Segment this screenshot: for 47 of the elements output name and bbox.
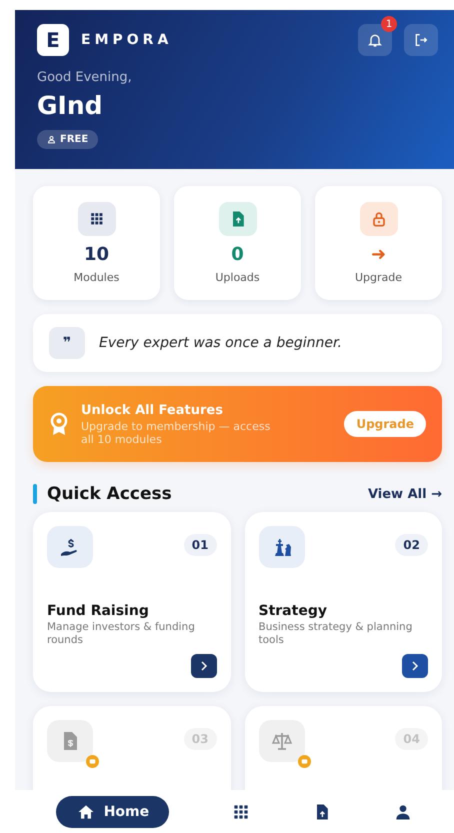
document-dollar-icon xyxy=(47,720,93,762)
stat-value: ➜ xyxy=(370,244,386,265)
banner-title: Unlock All Features xyxy=(81,402,224,418)
stat-card[interactable]: 0 Uploads xyxy=(174,186,301,300)
home-tab[interactable]: Home xyxy=(56,796,170,828)
module-card[interactable]: 01 Fund Raising Manage investors & funding rounds xyxy=(33,512,230,692)
notification-badge: 1 xyxy=(381,16,397,32)
chess-icon xyxy=(258,526,304,568)
open-button[interactable] xyxy=(402,654,428,678)
greeting: Good Evening, xyxy=(37,70,133,85)
section-title: Quick Access xyxy=(47,484,173,504)
user-name: GInd xyxy=(37,91,104,120)
module-title: Strategy xyxy=(258,602,328,619)
bell-icon xyxy=(367,32,383,48)
stat-label: Modules xyxy=(74,271,120,284)
file-upload-icon xyxy=(218,202,256,236)
quote-text: Every expert was once a beginner. xyxy=(99,335,342,351)
logout-icon xyxy=(413,32,429,48)
banner-text: Upgrade to membership — access all 10 modules xyxy=(81,420,272,446)
module-title: Fund Raising xyxy=(47,602,150,619)
module-description: Manage investors & funding rounds xyxy=(47,620,196,648)
lock-icon xyxy=(360,202,398,236)
chevron-right-icon xyxy=(410,661,420,671)
module-description: Business strategy & planning tools xyxy=(258,620,414,648)
stat-card[interactable]: ➜ Upgrade xyxy=(315,186,442,300)
brand-name: EMPORA xyxy=(81,32,174,48)
logout-button[interactable] xyxy=(404,24,438,56)
award-icon xyxy=(49,412,69,436)
view-all-link[interactable]: View All → xyxy=(368,486,442,502)
lock-badge-icon xyxy=(86,755,99,768)
quote-mark: ❞ xyxy=(49,327,85,359)
grid-icon xyxy=(78,202,116,236)
open-button[interactable] xyxy=(190,654,216,678)
stat-value: 0 xyxy=(231,244,244,265)
plan-badge: FREE xyxy=(37,130,98,149)
stat-value: 10 xyxy=(84,244,110,265)
chevron-right-icon xyxy=(198,661,208,671)
stat-label: Uploads xyxy=(215,271,260,284)
scale-icon xyxy=(258,720,304,762)
stat-card[interactable]: 10 Modules xyxy=(33,186,160,300)
stat-label: Upgrade xyxy=(354,271,402,284)
logo: E xyxy=(37,24,69,56)
module-card[interactable]: 02 Strategy Business strategy & planning tools xyxy=(244,512,442,692)
lock-badge-icon xyxy=(298,755,310,768)
module-number: 01 xyxy=(184,534,216,556)
hand-coin-icon xyxy=(47,526,93,568)
module-number: 02 xyxy=(395,534,428,556)
